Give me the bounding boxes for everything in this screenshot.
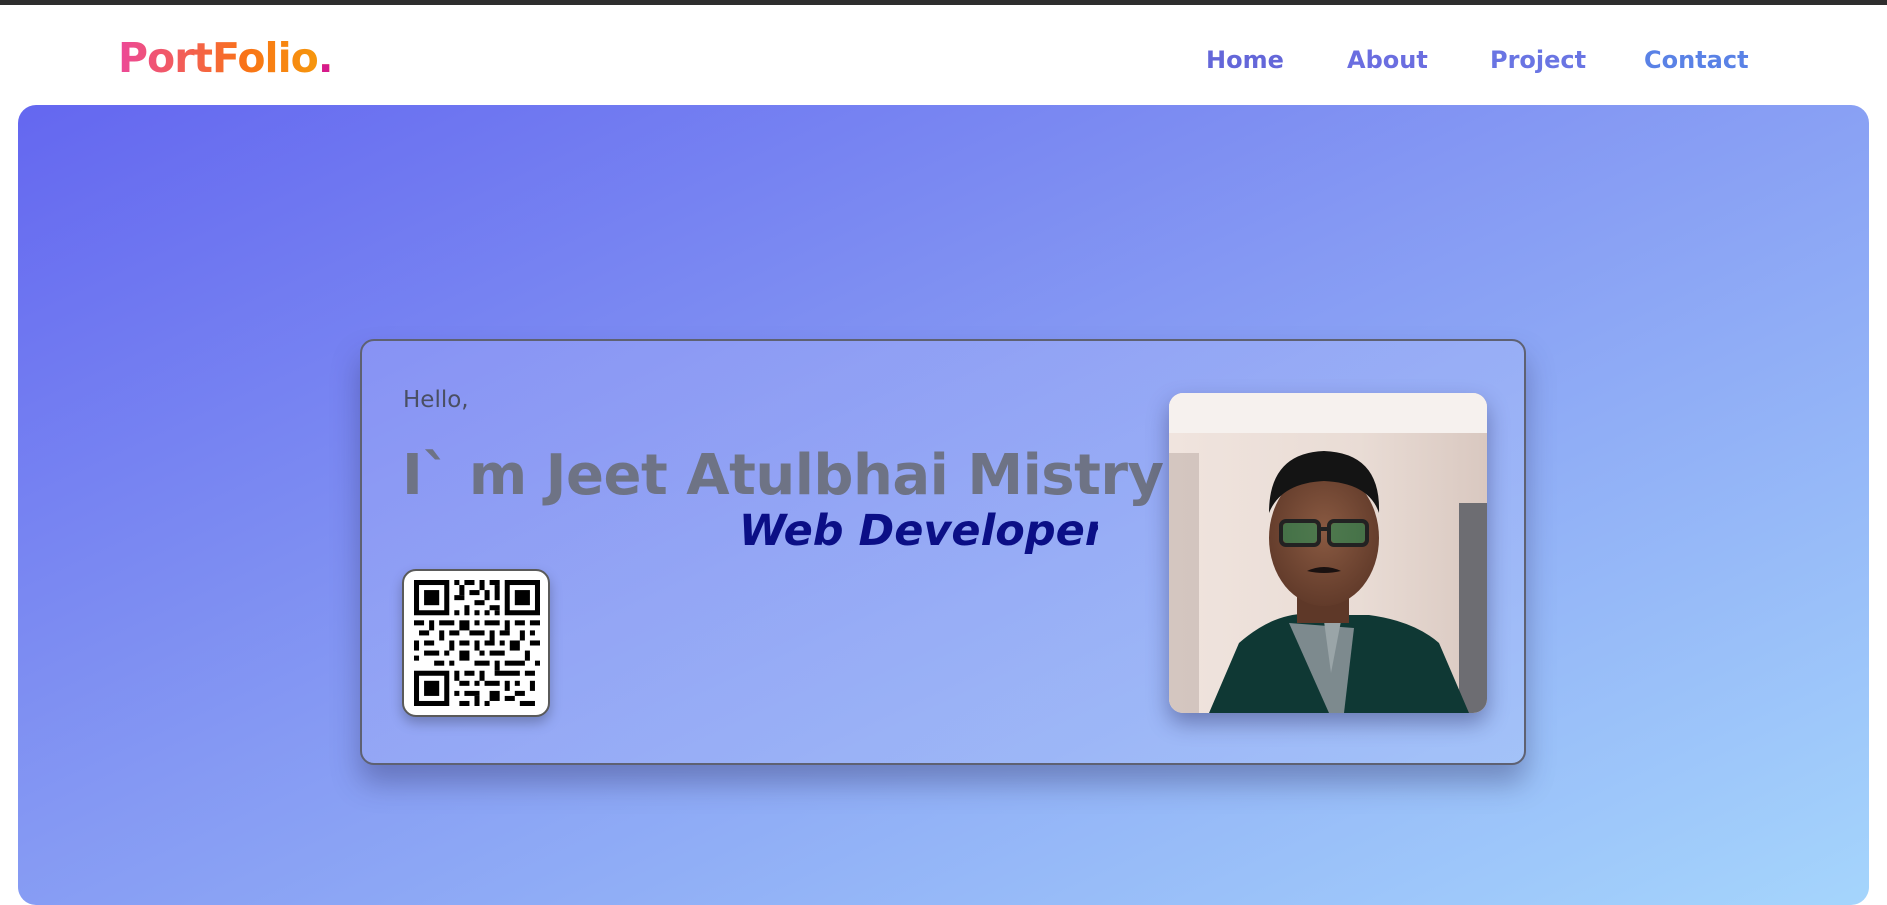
navbar: PortFolio. Home About Project Contact — [0, 5, 1887, 105]
nav-link-contact[interactable]: Contact — [1644, 42, 1749, 78]
logo[interactable]: PortFolio. — [118, 33, 334, 83]
nav-link-about[interactable]: About — [1347, 42, 1428, 78]
logo-dot: . — [317, 34, 334, 82]
qr-code[interactable] — [402, 569, 550, 717]
role-text: Web Developer — [738, 506, 1098, 556]
qr-code-icon — [414, 580, 540, 706]
nav-link-home[interactable]: Home — [1206, 42, 1284, 78]
profile-photo — [1169, 393, 1487, 713]
role-typing-container: Web Developer — [402, 501, 1098, 561]
logo-text: PortFolio — [118, 34, 318, 82]
greeting-text: Hello, — [403, 387, 469, 413]
profile-photo-image — [1169, 393, 1487, 713]
nav-link-project[interactable]: Project — [1490, 42, 1586, 78]
intro-card: Hello, I` m Jeet Atulbhai Mistry Web Dev… — [360, 339, 1526, 765]
